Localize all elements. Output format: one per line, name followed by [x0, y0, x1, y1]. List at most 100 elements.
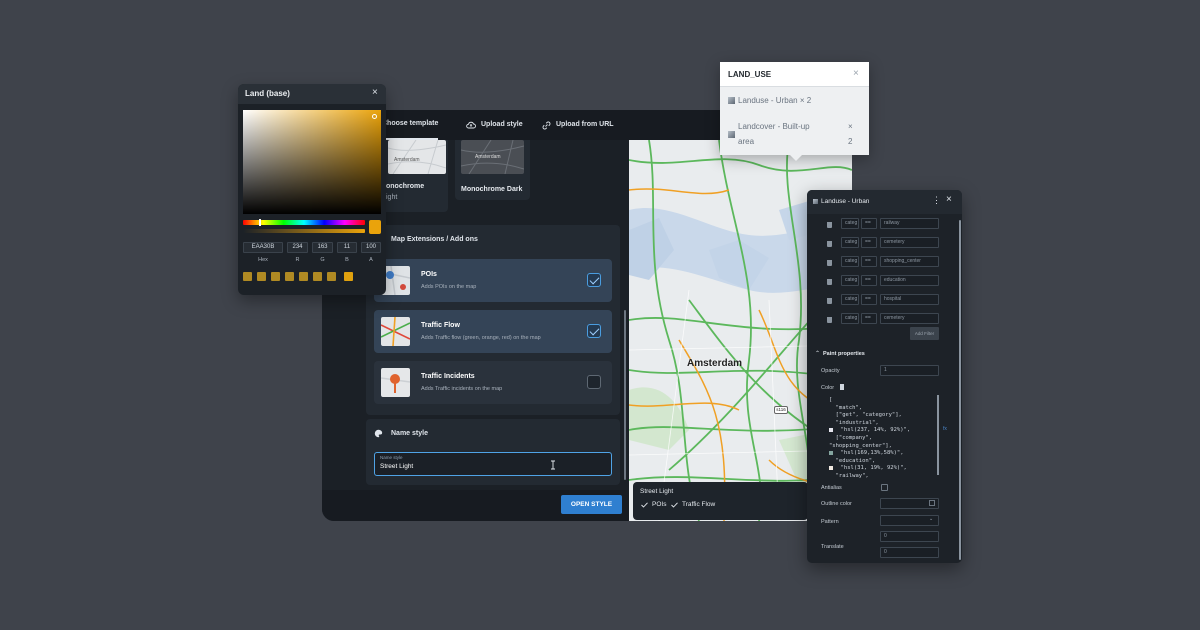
filter-row: categ == education [807, 272, 957, 291]
filter-value[interactable]: shopping_center [880, 256, 939, 267]
blue-input[interactable]: 11 [337, 242, 357, 253]
green-input[interactable]: 163 [312, 242, 333, 253]
field-value: Street Light [380, 463, 414, 470]
code-line: ["company", [829, 434, 873, 441]
template-thumbnail-dark: Amsterdam [461, 140, 524, 174]
tab-upload-from-url[interactable]: Upload from URL [542, 110, 614, 140]
filter-operator[interactable]: == [861, 275, 877, 286]
extension-row-traffic-incidents[interactable]: Traffic Incidents Adds Traffic incidents… [374, 361, 612, 404]
code-line: "industrial", [829, 419, 879, 426]
filter-key[interactable]: categ [841, 294, 859, 305]
code-line: "match", [829, 404, 863, 411]
pois-checkbox[interactable] [587, 273, 601, 287]
color-selector-handle[interactable] [372, 114, 377, 119]
extension-row-traffic-flow[interactable]: Traffic Flow Adds Traffic flow (green, o… [374, 310, 612, 353]
template-options-pane: Amsterdam onochrome ight Amsterdam Monoc… [362, 140, 624, 490]
traffic-flow-checkbox[interactable] [587, 324, 601, 338]
template-card-monochrome-dark[interactable]: Amsterdam Monochrome Dark [455, 140, 530, 200]
name-style-input[interactable]: Name style Street Light [374, 452, 612, 476]
filter-row: categ == railway [807, 215, 957, 234]
land-use-item[interactable]: Landuse - Urban × 2 [720, 88, 869, 112]
code-line: [ [829, 397, 833, 403]
extension-row-pois[interactable]: POIs Adds POIs on the map [374, 259, 612, 302]
preset-swatch[interactable] [327, 272, 336, 281]
add-filter-button[interactable]: Add Filter [910, 327, 939, 340]
alpha-slider[interactable] [243, 229, 365, 233]
preset-swatch[interactable] [257, 272, 266, 281]
code-line: "hsl(31, 19%, 92%)", [834, 465, 907, 472]
translate-y-input[interactable]: 0 [880, 547, 939, 558]
preset-swatch[interactable] [243, 272, 252, 281]
preset-swatch[interactable] [285, 272, 294, 281]
hue-slider-handle[interactable] [259, 219, 261, 226]
color-picker-header: Land (base) × [238, 84, 386, 104]
expression-toggle[interactable]: fx [943, 426, 947, 432]
code-line: "railway", [829, 472, 869, 479]
tab-label: Upload style [481, 121, 523, 128]
opacity-input[interactable]: 1 [880, 365, 939, 376]
filter-key[interactable]: categ [841, 237, 859, 248]
code-line: ["get", "category"], [829, 412, 902, 419]
filter-value[interactable]: cemetery [880, 237, 939, 248]
trash-icon[interactable] [827, 260, 832, 266]
tab-upload-style[interactable]: Upload style [466, 110, 523, 140]
close-icon[interactable]: × [853, 68, 859, 79]
chevron-up-icon[interactable]: ⌃ [815, 350, 820, 357]
antialias-checkbox[interactable] [881, 484, 888, 491]
trash-icon[interactable] [827, 241, 832, 247]
text-cursor-icon [551, 460, 555, 470]
filter-key[interactable]: categ [841, 256, 859, 267]
filter-key[interactable]: categ [841, 313, 859, 324]
hex-input[interactable]: EAA30B [243, 242, 283, 253]
clipboard-icon[interactable] [840, 384, 844, 390]
close-icon[interactable]: × [946, 194, 952, 205]
trash-icon[interactable] [827, 317, 832, 323]
panel-scrollbar[interactable] [959, 220, 961, 560]
outline-color-input[interactable] [880, 498, 939, 509]
extension-title: Traffic Incidents [421, 373, 475, 380]
filter-value[interactable]: education [880, 275, 939, 286]
more-vertical-icon[interactable]: ⋮ [932, 195, 941, 206]
check-icon [671, 502, 678, 508]
opacity-label: Opacity [821, 368, 840, 374]
trash-icon[interactable] [827, 222, 832, 228]
filter-key[interactable]: categ [841, 275, 859, 286]
preset-swatch[interactable] [344, 272, 353, 281]
tab-choose-template[interactable]: Choose template [382, 110, 439, 140]
filter-operator[interactable]: == [861, 313, 877, 324]
filter-value[interactable]: railway [880, 218, 939, 229]
code-scrollbar[interactable] [937, 395, 939, 475]
code-line: "shopping_center"], [829, 442, 892, 449]
pattern-select[interactable]: ⌄ [880, 515, 939, 526]
color-expression-editor[interactable]: [ "match", ["get", "category"], "industr… [829, 397, 910, 481]
close-icon[interactable]: × [372, 87, 378, 98]
saturation-brightness-area[interactable] [243, 110, 381, 214]
land-use-popup: LAND_USE × Landuse - Urban × 2 Landcover… [720, 62, 869, 161]
options-scrollbar[interactable] [624, 310, 626, 480]
open-style-button[interactable]: OPEN STYLE [561, 495, 622, 514]
land-use-item[interactable]: Landcover - Built-up area × 2 [720, 114, 869, 154]
template-thumbnail-light: Amsterdam [388, 140, 446, 174]
preset-swatch[interactable] [313, 272, 322, 281]
filter-operator[interactable]: == [861, 256, 877, 267]
code-line: "education", [829, 457, 876, 464]
translate-x-input[interactable]: 0 [880, 531, 939, 542]
hex-label: Hex [258, 257, 268, 263]
trash-icon[interactable] [827, 298, 832, 304]
preset-swatch[interactable] [271, 272, 280, 281]
filter-operator[interactable]: == [861, 294, 877, 305]
alpha-input[interactable]: 100 [361, 242, 381, 253]
filter-operator[interactable]: == [861, 237, 877, 248]
filter-key[interactable]: categ [841, 218, 859, 229]
trash-icon[interactable] [827, 279, 832, 285]
filter-value[interactable]: hospital [880, 294, 939, 305]
extension-description: Adds Traffic flow (green, orange, red) o… [421, 335, 541, 341]
traffic-incidents-checkbox[interactable] [587, 375, 601, 389]
hue-slider[interactable] [243, 219, 365, 226]
tab-label: Choose template [382, 120, 439, 127]
preset-swatch[interactable] [299, 272, 308, 281]
filter-value[interactable]: cemetery [880, 313, 939, 324]
filter-operator[interactable]: == [861, 218, 877, 229]
filter-row: categ == cemetery [807, 234, 957, 253]
red-input[interactable]: 234 [287, 242, 308, 253]
